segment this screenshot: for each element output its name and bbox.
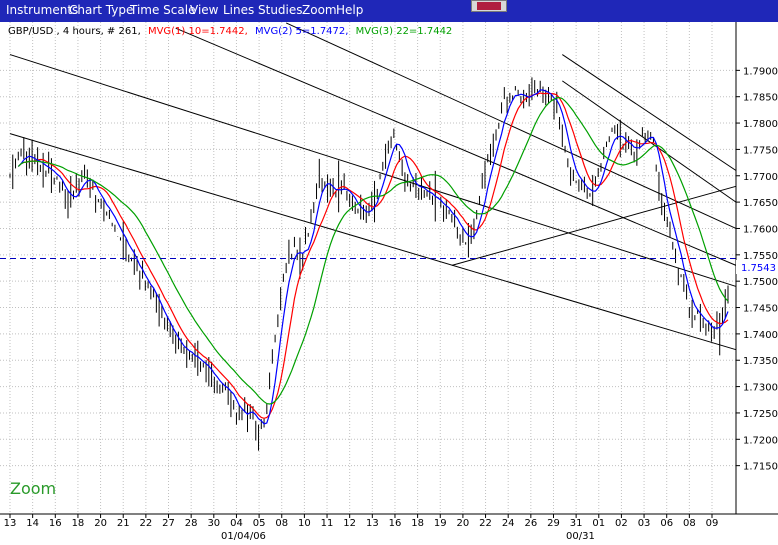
- menu-view[interactable]: View: [190, 3, 218, 17]
- x-tick-label: 31: [570, 518, 583, 529]
- x-tick-label: 08: [275, 518, 288, 529]
- current-price-label: 1.7543: [741, 263, 776, 274]
- menu-studies[interactable]: Studies: [258, 3, 303, 17]
- x-tick-label: 22: [479, 518, 492, 529]
- x-tick-label: 21: [117, 518, 130, 529]
- x-tick-label: 03: [638, 518, 651, 529]
- y-tick-label: 1.7500: [743, 277, 778, 288]
- x-tick-label: 19: [434, 518, 447, 529]
- y-tick-label: 1.7800: [743, 119, 778, 130]
- x-tick-label: 02: [615, 518, 628, 529]
- y-tick-label: 1.7750: [743, 145, 778, 156]
- menu-chart-type[interactable]: Chart Type: [69, 3, 133, 17]
- x-tick-label: 04: [230, 518, 243, 529]
- x-tick-label: 28: [185, 518, 198, 529]
- x-tick-label: 27: [162, 518, 175, 529]
- y-tick-label: 1.7150: [743, 462, 778, 473]
- y-tick-label: 1.7300: [743, 383, 778, 394]
- x-tick-label: 24: [502, 518, 515, 529]
- mvg2-label: MVG(2) 5=1.7472,: [255, 26, 348, 37]
- x-tick-label: 26: [524, 518, 537, 529]
- price-chart[interactable]: 1.7900 1.7850 1.7800 1.7750 1.7700 1.7650 1.76…: [0, 22, 778, 545]
- x-tick-label: 01: [592, 518, 605, 529]
- y-tick-label: 1.7450: [743, 304, 778, 315]
- y-tick-label: 1.7700: [743, 172, 778, 183]
- x-tick-label: 20: [94, 518, 107, 529]
- mvg1-label: MVG(1) 10=1.7442,: [148, 26, 248, 37]
- menu-zoom[interactable]: Zoom: [302, 3, 337, 17]
- x-tick-label: 09: [706, 518, 719, 529]
- zoom-label: Zoom: [10, 479, 56, 498]
- y-tick-label: 1.7400: [743, 330, 778, 341]
- x-tick-label: 13: [4, 518, 17, 529]
- x-tick-label: 16: [49, 518, 62, 529]
- x-tick-label: 18: [411, 518, 424, 529]
- app-logo-icon: [471, 0, 507, 12]
- x-tick-label: 10: [298, 518, 311, 529]
- x-tick-label: 29: [547, 518, 560, 529]
- y-tick-label: 1.7600: [743, 224, 778, 235]
- y-tick-label: 1.7650: [743, 198, 778, 209]
- x-sublabel-2: 00/31: [566, 531, 595, 542]
- x-tick-label: 20: [457, 518, 470, 529]
- x-tick-label: 12: [343, 518, 356, 529]
- y-tick-label: 1.7250: [743, 409, 778, 420]
- y-tick-label: 1.7350: [743, 356, 778, 367]
- x-tick-label: 05: [253, 518, 266, 529]
- menu-instruments[interactable]: Instruments: [6, 3, 78, 17]
- x-tick-label: 18: [72, 518, 85, 529]
- x-tick-label: 11: [321, 518, 334, 529]
- x-tick-label: 14: [26, 518, 39, 529]
- symbol-label: GBP/USD , 4 hours, # 261,: [8, 26, 141, 37]
- mvg3-label: MVG(3) 22=1.7442: [356, 26, 453, 37]
- x-tick-label: 30: [207, 518, 220, 529]
- y-tick-label: 1.7850: [743, 93, 778, 104]
- menu-time-scale[interactable]: Time Scale: [130, 3, 195, 17]
- x-tick-label: 08: [683, 518, 696, 529]
- y-tick-label: 1.7900: [743, 66, 778, 77]
- x-sublabel-date: 01/04/06: [221, 531, 266, 542]
- x-tick-label: 06: [660, 518, 673, 529]
- menu-bar: Instruments Chart Type Time Scale View L…: [0, 0, 778, 22]
- x-tick-label: 16: [389, 518, 402, 529]
- chart-header: GBP/USD , 4 hours, # 261, MVG(1) 10=1.74…: [8, 26, 452, 37]
- menu-lines[interactable]: Lines: [223, 3, 254, 17]
- menu-help[interactable]: Help: [336, 3, 363, 17]
- x-tick-label: 13: [366, 518, 379, 529]
- x-tick-label: 22: [140, 518, 153, 529]
- y-tick-label: 1.7200: [743, 435, 778, 446]
